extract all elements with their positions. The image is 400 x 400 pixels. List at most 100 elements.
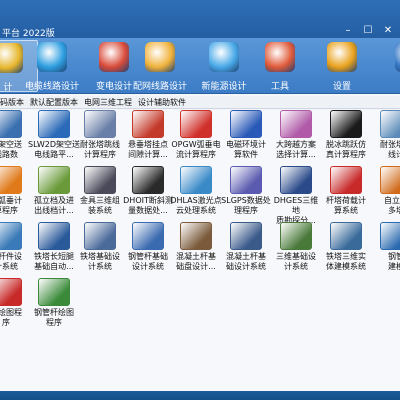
- main-window: 平台 2022版 – ☐ ✕ 计电缆线路设计 变电设计 配网线路设计 新能源设计 工具设…: [0, 0, 400, 391]
- software-icon: [0, 222, 22, 250]
- software-tile[interactable]: 孤立档及进 出线档计...: [30, 166, 78, 222]
- minimize-button[interactable]: –: [342, 26, 354, 36]
- tab-grid-3d[interactable]: 电网三维工程: [84, 97, 132, 108]
- software-tile[interactable]: 力弧垂计算程序: [0, 166, 30, 222]
- ribbon-button-6[interactable]: 设置: [312, 40, 372, 92]
- software-grid: 送架空送线路数SLW2D架空送电线路平...耐张塔跳线计算程序悬垂塔挂点间隙计算…: [0, 110, 400, 391]
- secondary-tab-bar: 码版本 默认配置版本 电网三维工程 设计辅助软件: [0, 96, 400, 109]
- software-label: 脱冰跳跃仿 真计算程序: [326, 140, 366, 159]
- software-icon: [84, 110, 116, 138]
- software-label: 钢管杆绘图 程序: [34, 308, 74, 327]
- software-label: DHLAS激光点 云处理系统: [170, 196, 222, 215]
- ribbon-button-label: 帮: [374, 79, 400, 92]
- software-icon: [0, 110, 22, 138]
- software-icon: [230, 110, 262, 138]
- software-tile[interactable]: 脱冰跳跃仿 真计算程序: [322, 110, 370, 166]
- lightbulb-icon: [209, 42, 239, 72]
- software-icon: [132, 166, 164, 194]
- software-label: SLGPS数据处 理程序: [221, 196, 271, 215]
- software-icon: [330, 222, 362, 250]
- software-tile[interactable]: 钢管杆基础 设计系统: [124, 222, 172, 278]
- software-label: DHOIT断斜测 量数据处...: [123, 196, 173, 215]
- ribbon-button-label: 配网线路设计: [132, 82, 187, 92]
- software-tile[interactable]: DHOIT断斜测 量数据处...: [123, 166, 173, 222]
- software-icon: [280, 166, 312, 194]
- software-icon: [180, 222, 212, 250]
- software-tile[interactable]: SLW2D架空送 电线路平...: [28, 110, 80, 166]
- software-label: 铁塔三维实 体建模系统: [326, 252, 366, 271]
- gear-icon: [327, 42, 357, 72]
- software-label: 悬垂塔挂点 间隙计算...: [128, 140, 168, 159]
- close-button[interactable]: ✕: [382, 26, 394, 36]
- ribbon-button-1[interactable]: 电缆线路设计: [22, 40, 82, 92]
- software-icon: [38, 278, 70, 306]
- software-tile[interactable]: 金具三维组 装系统: [76, 166, 124, 222]
- software-tile[interactable]: 塔绘图程序: [0, 278, 30, 334]
- software-tile[interactable]: 杆塔荷载计 算系统: [322, 166, 370, 222]
- software-icon: [132, 222, 164, 250]
- software-label: 铁塔长短腿 基础自动...: [34, 252, 74, 271]
- tools-icon: [265, 42, 295, 72]
- software-label: 三维基础设 计系统: [276, 252, 316, 271]
- software-tile[interactable]: 耐张塔跳线计: [372, 110, 400, 166]
- tab-default-config[interactable]: 默认配置版本: [30, 97, 78, 108]
- software-tile[interactable]: 三维基础设 计系统: [272, 222, 320, 278]
- software-tile[interactable]: 自立式多塔: [372, 166, 400, 222]
- software-label: OPGW弧垂电 流计算程序: [171, 140, 221, 159]
- software-tile[interactable]: 钢管建模: [372, 222, 400, 278]
- tab-code-version[interactable]: 码版本: [0, 97, 24, 108]
- software-icon: [38, 110, 70, 138]
- tab-design-aid[interactable]: 设计辅助软件: [138, 97, 186, 108]
- software-label: 电磁环境计 算软件: [226, 140, 266, 159]
- software-tile[interactable]: 悬垂塔挂点 间隙计算...: [124, 110, 172, 166]
- software-icon: [0, 278, 22, 306]
- software-tile[interactable]: 混凝土杆基 础设计系统: [222, 222, 270, 278]
- software-tile[interactable]: SLGPS数据处 理程序: [221, 166, 271, 222]
- software-tile[interactable]: DHGES三维地 质勘探分...: [272, 166, 320, 225]
- software-tile[interactable]: 耐张塔跳线 计算程序: [76, 110, 124, 166]
- software-tile[interactable]: 混凝土杆基 础盘设计...: [172, 222, 220, 278]
- software-icon: [0, 166, 22, 194]
- ribbon-toolbar: 计电缆线路设计变电设计配网线路设计新能源设计工具设置帮: [0, 38, 400, 94]
- software-icon: [230, 166, 262, 194]
- software-tile[interactable]: 送架空送线路数: [0, 110, 30, 166]
- software-label: 杆塔荷载计 算系统: [326, 196, 366, 215]
- software-tile[interactable]: 电磁环境计 算软件: [222, 110, 270, 166]
- software-icon: [280, 222, 312, 250]
- software-tile[interactable]: 大跨越方案 选择计算...: [272, 110, 320, 166]
- software-icon: [230, 222, 262, 250]
- ribbon-button-3[interactable]: 配网线路设计: [130, 40, 190, 92]
- maximize-button[interactable]: ☐: [362, 26, 374, 36]
- software-icon: [84, 222, 116, 250]
- software-tile[interactable]: 铁塔基础设 计系统: [76, 222, 124, 278]
- software-label: 耐张塔跳线计: [380, 140, 400, 159]
- ribbon-button-7[interactable]: 帮: [380, 40, 400, 92]
- software-icon: [380, 222, 400, 250]
- software-tile[interactable]: 钢管杆绘图 程序: [30, 278, 78, 334]
- software-label: 混凝土杆基 础盘设计...: [176, 252, 216, 271]
- software-icon: [38, 222, 70, 250]
- software-icon: [330, 166, 362, 194]
- software-icon: [380, 110, 400, 138]
- software-tile[interactable]: 铁塔长短腿 基础自动...: [30, 222, 78, 278]
- software-label: 大跨越方案 选择计算...: [276, 140, 316, 159]
- software-tile[interactable]: OPGW弧垂电 流计算程序: [171, 110, 221, 166]
- software-icon: [38, 166, 70, 194]
- software-label: 耐张塔跳线 计算程序: [80, 140, 120, 159]
- software-icon: [180, 166, 212, 194]
- software-icon: [280, 110, 312, 138]
- software-label: 孤立档及进 出线档计...: [34, 196, 74, 215]
- software-icon: [84, 166, 116, 194]
- software-label: 金具三维组 装系统: [80, 196, 120, 215]
- software-label: 混凝土杆基 础设计系统: [226, 252, 266, 271]
- software-tile[interactable]: 土杆件设计系统: [0, 222, 30, 278]
- software-tile[interactable]: DHLAS激光点 云处理系统: [170, 166, 222, 222]
- software-label: 自立式多塔: [384, 196, 400, 215]
- software-icon: [330, 110, 362, 138]
- software-tile[interactable]: 铁塔三维实 体建模系统: [322, 222, 370, 278]
- desktop-taskbar: [0, 391, 400, 400]
- ribbon-button-5[interactable]: 工具: [250, 40, 310, 92]
- tower-icon: [0, 43, 23, 73]
- software-icon: [380, 166, 400, 194]
- software-icon: [132, 110, 164, 138]
